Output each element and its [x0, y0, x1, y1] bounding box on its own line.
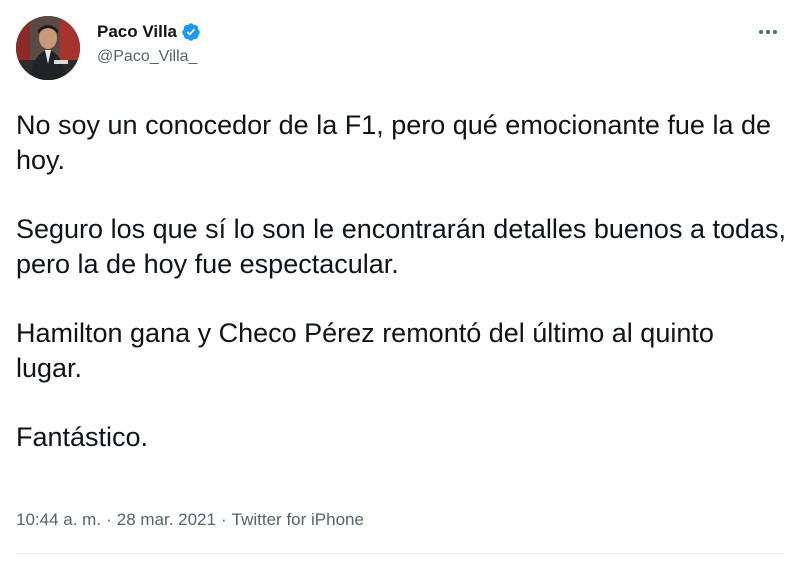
tweet-source[interactable]: Twitter for iPhone	[232, 510, 364, 529]
tweet-metadata: 10:44 a. m. · 28 mar. 2021 · Twitter for iPh…	[16, 510, 364, 530]
verified-badge-icon	[181, 22, 201, 42]
author-display-name[interactable]: Paco Villa	[97, 22, 177, 42]
meta-separator: ·	[220, 510, 227, 529]
tweet-time[interactable]: 10:44 a. m.	[16, 510, 101, 529]
avatar-photo	[16, 16, 80, 80]
tweet-paragraph: Seguro los que sí lo son le encontrarán …	[16, 214, 787, 279]
tweet-paragraph: Fantástico.	[16, 422, 149, 452]
tweet-date[interactable]: 28 mar. 2021	[117, 510, 216, 529]
divider	[16, 553, 784, 554]
meta-separator: ·	[106, 510, 112, 529]
avatar[interactable]	[16, 16, 80, 80]
author-handle[interactable]: @Paco_Villa_	[97, 48, 197, 66]
author-name-row: Paco Villa	[97, 20, 201, 44]
more-options-icon[interactable]	[754, 18, 782, 46]
tweet-paragraph: Hamilton gana y Checo Pérez remontó del …	[16, 318, 714, 383]
tweet-card: Paco Villa @Paco_Villa_ No soy un conoce…	[0, 0, 800, 563]
tweet-text: No soy un conocedor de la F1, pero qué e…	[16, 108, 786, 455]
tweet-paragraph: No soy un conocedor de la F1, pero qué e…	[16, 110, 771, 175]
